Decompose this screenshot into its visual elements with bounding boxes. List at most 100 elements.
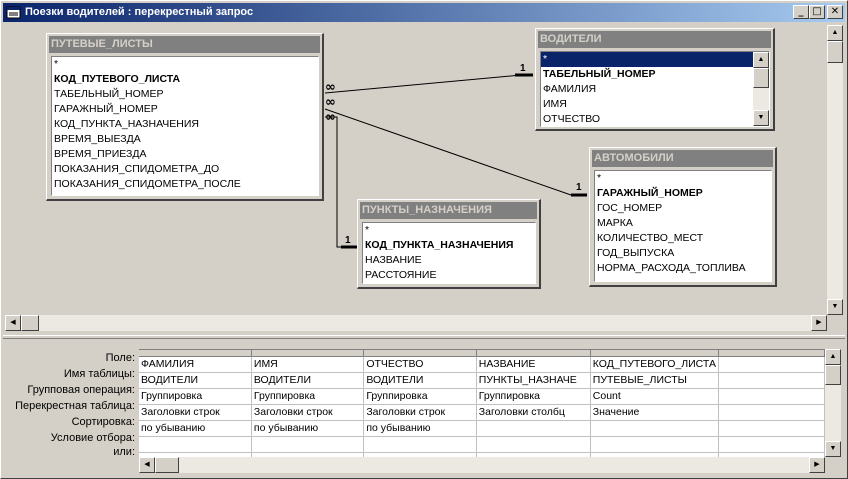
table-avtomobili[interactable]: АВТОМОБИЛИ * ГАРАЖНЫЙ_НОМЕР ГОС_НОМЕР МА…	[589, 147, 777, 287]
grid-cell[interactable]: КОД_ПУТЕВОГО_ЛИСТА	[590, 356, 719, 373]
table-voditeli[interactable]: ВОДИТЕЛИ * ТАБЕЛЬНЫЙ_НОМЕР ФАМИЛИЯ ИМЯ О…	[535, 28, 775, 131]
field-item-key[interactable]: ГАРАЖНЫЙ_НОМЕР	[595, 186, 771, 201]
field-item[interactable]: НОРМА_РАСХОДА_ТОПЛИВА	[595, 261, 771, 276]
field-item[interactable]: МАРКА	[595, 216, 771, 231]
field-list[interactable]: * ГАРАЖНЫЙ_НОМЕР ГОС_НОМЕР МАРКА КОЛИЧЕС…	[594, 170, 772, 282]
grid-cell[interactable]	[718, 372, 825, 389]
grid-cell[interactable]: ВОДИТЕЛИ	[251, 372, 365, 389]
scroll-up-icon[interactable]: ▲	[825, 349, 841, 365]
grid-cell[interactable]	[718, 388, 825, 405]
field-item[interactable]: ФАМИЛИЯ	[541, 82, 769, 97]
grid-cell[interactable]	[590, 420, 719, 437]
field-item[interactable]: *	[52, 57, 318, 72]
field-item[interactable]: ПОКАЗАНИЯ_СПИДОМЕТРА_ДО	[52, 162, 318, 177]
table-title[interactable]: ВОДИТЕЛИ	[538, 31, 771, 48]
field-list[interactable]: * КОД_ПУНКТА_НАЗНАЧЕНИЯ НАЗВАНИЕ РАССТОЯ…	[362, 222, 536, 284]
scroll-thumb[interactable]	[825, 365, 841, 385]
scroll-thumb[interactable]	[155, 457, 179, 473]
grid-cell[interactable]: по убыванию	[139, 420, 252, 437]
grid-cell[interactable]	[363, 436, 477, 453]
grid-cell[interactable]	[718, 404, 825, 421]
grid-cell[interactable]: Заголовки строк	[251, 404, 365, 421]
field-item[interactable]: ВРЕМЯ_ПРИЕЗДА	[52, 147, 318, 162]
table-putevye-listy[interactable]: ПУТЕВЫЕ_ЛИСТЫ * КОД_ПУТЕВОГО_ЛИСТА ТАБЕЛ…	[46, 33, 324, 201]
table-title[interactable]: АВТОМОБИЛИ	[592, 150, 773, 167]
grid-cell[interactable]	[590, 436, 719, 453]
grid-cell[interactable]	[718, 420, 825, 437]
grid-horizontal-scrollbar[interactable]: ◀ ▶	[139, 457, 825, 473]
table-title[interactable]: ПУНКТЫ_НАЗНАЧЕНИЯ	[360, 202, 537, 219]
table-punkty-naznacheniya[interactable]: ПУНКТЫ_НАЗНАЧЕНИЯ * КОД_ПУНКТА_НАЗНАЧЕНИ…	[357, 199, 541, 289]
scroll-up-icon[interactable]: ▲	[827, 25, 843, 41]
grid-cell[interactable]: ВОДИТЕЛИ	[139, 372, 252, 389]
field-item[interactable]: ВРЕМЯ_ВЫЕЗДА	[52, 132, 318, 147]
grid-cell[interactable]: по убыванию	[251, 420, 365, 437]
close-button[interactable]: ✕	[827, 5, 843, 19]
pane-splitter[interactable]	[3, 335, 845, 339]
grid-cell[interactable]: Значение	[590, 404, 719, 421]
scroll-down-icon[interactable]: ▼	[753, 110, 769, 126]
design-grid[interactable]: ФАМИЛИЯ ИМЯ ОТЧЕСТВО НАЗВАНИЕ КОД_ПУТЕВО…	[139, 349, 825, 457]
field-item[interactable]: ПОКАЗАНИЯ_СПИДОМЕТРА_ПОСЛЕ	[52, 177, 318, 192]
design-horizontal-scrollbar[interactable]: ◀ ▶	[5, 315, 827, 331]
scroll-right-icon[interactable]: ▶	[811, 315, 827, 331]
field-list-scrollbar[interactable]: ▲ ▼	[753, 52, 769, 126]
scroll-down-icon[interactable]: ▼	[825, 441, 841, 457]
title-bar[interactable]: Поезки водителей : перекрестный запрос _…	[3, 3, 845, 22]
grid-cell[interactable]: НАЗВАНИЕ	[476, 356, 591, 373]
grid-cell[interactable]: Count	[590, 388, 719, 405]
grid-cell[interactable]	[476, 420, 591, 437]
scroll-thumb[interactable]	[827, 41, 843, 63]
grid-cell[interactable]: ФАМИЛИЯ	[139, 356, 252, 373]
grid-cell[interactable]: Группировка	[251, 388, 365, 405]
scroll-left-icon[interactable]: ◀	[5, 315, 21, 331]
field-item-key[interactable]: КОД_ПУНКТА_НАЗНАЧЕНИЯ	[363, 238, 535, 253]
grid-cell[interactable]: ПУНКТЫ_НАЗНАЧЕ	[476, 372, 591, 389]
field-item[interactable]: ГАРАЖНЫЙ_НОМЕР	[52, 102, 318, 117]
field-item[interactable]: КОЛИЧЕСТВО_МЕСТ	[595, 231, 771, 246]
field-item[interactable]: ОТЧЕСТВО	[541, 112, 769, 126]
grid-cell[interactable]: ИМЯ	[251, 356, 365, 373]
field-item[interactable]: ИМЯ	[541, 97, 769, 112]
scroll-up-icon[interactable]: ▲	[753, 52, 769, 68]
field-item-key[interactable]: КОД_ПУТЕВОГО_ЛИСТА	[52, 72, 318, 87]
table-design-area[interactable]: ∞ ∞ ∞ 1 1 1 ПУТЕВЫЕ_ЛИСТЫ * КОД_ПУТЕВОГО…	[5, 25, 825, 315]
field-item[interactable]: РАССТОЯНИЕ	[363, 268, 535, 283]
field-item[interactable]: КОД_ПУНКТА_НАЗНАЧЕНИЯ	[52, 117, 318, 132]
field-item[interactable]: ТАБЕЛЬНЫЙ_НОМЕР	[52, 87, 318, 102]
grid-cell[interactable]: Заголовки строк	[363, 404, 477, 421]
grid-cell[interactable]: Группировка	[139, 388, 252, 405]
grid-cell[interactable]	[718, 436, 825, 453]
field-item[interactable]: *	[363, 223, 535, 238]
scroll-down-icon[interactable]: ▼	[827, 299, 843, 315]
grid-cell[interactable]	[476, 436, 591, 453]
field-list[interactable]: * КОД_ПУТЕВОГО_ЛИСТА ТАБЕЛЬНЫЙ_НОМЕР ГАР…	[51, 56, 319, 196]
grid-cell[interactable]: по убыванию	[363, 420, 477, 437]
scroll-left-icon[interactable]: ◀	[139, 457, 155, 473]
field-item[interactable]: НАЗВАНИЕ	[363, 253, 535, 268]
grid-cell[interactable]	[139, 436, 252, 453]
minimize-button[interactable]: _	[793, 5, 809, 19]
grid-cell[interactable]: Группировка	[363, 388, 477, 405]
grid-cell[interactable]: ОТЧЕСТВО	[363, 356, 477, 373]
design-vertical-scrollbar[interactable]: ▲ ▼	[827, 25, 843, 315]
field-item[interactable]: ГОД_ВЫПУСКА	[595, 246, 771, 261]
grid-cell[interactable]: ПУТЕВЫЕ_ЛИСТЫ	[590, 372, 719, 389]
grid-cell[interactable]	[718, 356, 825, 373]
maximize-button[interactable]: □	[809, 5, 825, 19]
scroll-thumb[interactable]	[753, 68, 769, 88]
grid-cell[interactable]: Заголовки строк	[139, 404, 252, 421]
grid-cell[interactable]: Группировка	[476, 388, 591, 405]
table-title[interactable]: ПУТЕВЫЕ_ЛИСТЫ	[49, 36, 320, 53]
field-item[interactable]: *	[595, 171, 771, 186]
scroll-thumb[interactable]	[21, 315, 39, 331]
grid-cell[interactable]	[251, 436, 365, 453]
grid-vertical-scrollbar[interactable]: ▲ ▼	[825, 349, 841, 457]
grid-cell[interactable]: ВОДИТЕЛИ	[363, 372, 477, 389]
field-list[interactable]: * ТАБЕЛЬНЫЙ_НОМЕР ФАМИЛИЯ ИМЯ ОТЧЕСТВО ▲…	[540, 51, 770, 127]
field-item-selected[interactable]: *	[541, 52, 753, 67]
field-item[interactable]: ГОС_НОМЕР	[595, 201, 771, 216]
grid-cell[interactable]: Заголовки столбц	[476, 404, 591, 421]
field-item-key[interactable]: ТАБЕЛЬНЫЙ_НОМЕР	[541, 67, 769, 82]
scroll-right-icon[interactable]: ▶	[809, 457, 825, 473]
